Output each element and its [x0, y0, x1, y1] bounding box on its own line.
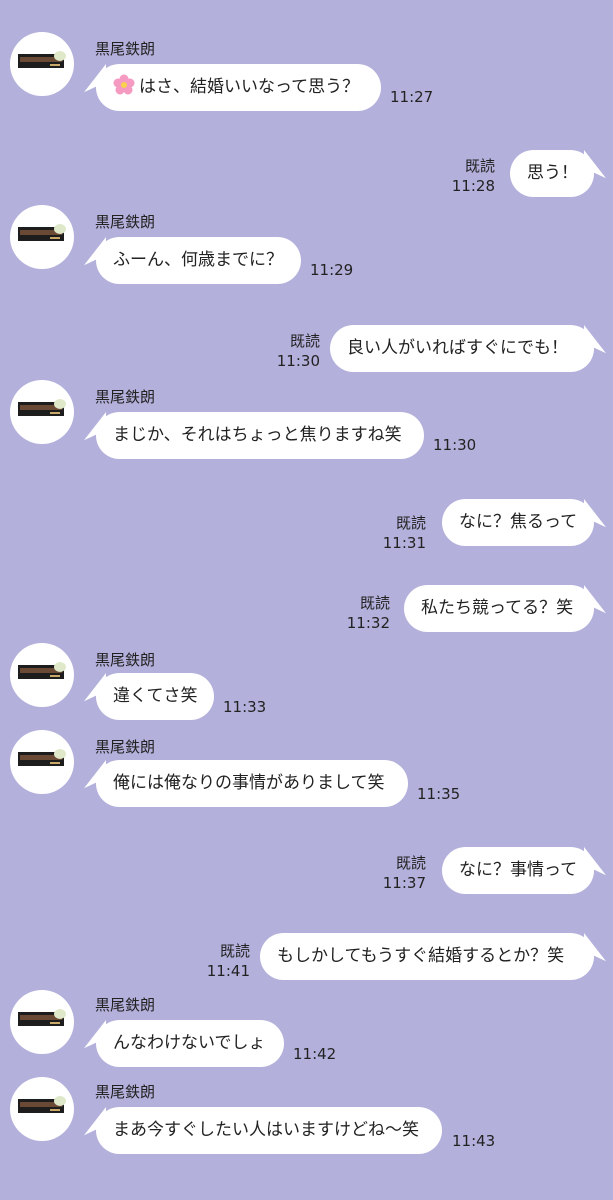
- message-text: ふーん、何歳までに？: [113, 250, 283, 270]
- message-text: んなわけないでしょ: [113, 1033, 266, 1053]
- grilled-fish-avatar-icon: [18, 399, 66, 416]
- sender-name: 黒尾鉄朗: [95, 1083, 156, 1101]
- message-bubble[interactable]: んなわけないでしょ: [96, 1020, 284, 1067]
- message-text: はさ、結婚いいなって思う？: [139, 77, 360, 97]
- read-receipt: 既読: [464, 157, 495, 175]
- message-text: まじか、それはちょっと焦りますね笑: [113, 425, 402, 445]
- sender-name: 黒尾鉄朗: [95, 388, 156, 406]
- sender-name: 黒尾鉄朗: [95, 213, 156, 231]
- grilled-fish-avatar-icon: [18, 662, 66, 679]
- message-bubble[interactable]: 私たち競ってる？笑: [404, 585, 594, 632]
- avatar[interactable]: [10, 990, 74, 1054]
- grilled-fish-avatar-icon: [18, 749, 66, 766]
- message-meta: 既読 11:30: [277, 331, 320, 371]
- avatar[interactable]: [10, 205, 74, 269]
- read-receipt: 既読: [289, 332, 320, 350]
- grilled-fish-avatar-icon: [18, 224, 66, 241]
- message-text: まあ今すぐしたい人はいますけどね〜笑: [113, 1120, 419, 1140]
- message-time: 11:41: [206, 962, 250, 980]
- message-text: なに？焦るって: [459, 512, 578, 532]
- message-bubble[interactable]: ふーん、何歳までに？: [96, 237, 301, 284]
- read-receipt: 既読: [395, 514, 426, 532]
- message-time: 11:35: [417, 785, 461, 803]
- grilled-fish-avatar-icon: [18, 1009, 66, 1026]
- message-text: もしかしてもうすぐ結婚するとか？笑: [277, 946, 565, 966]
- read-receipt: 既読: [395, 854, 426, 872]
- message-meta: 既読 11:37: [383, 853, 426, 893]
- message-meta: 既読 11:31: [383, 513, 426, 553]
- grilled-fish-avatar-icon: [18, 51, 66, 68]
- message-text: なに？事情って: [459, 860, 578, 880]
- avatar[interactable]: [10, 1077, 74, 1141]
- message-meta: 既読 11:32: [347, 593, 390, 633]
- message-time: 11:43: [452, 1132, 496, 1150]
- avatar[interactable]: [10, 32, 74, 96]
- message-text: 良い人がいればすぐにでも！: [347, 338, 568, 358]
- read-receipt: 既読: [219, 942, 250, 960]
- message-bubble[interactable]: 良い人がいればすぐにでも！: [330, 325, 594, 372]
- message-bubble[interactable]: まじか、それはちょっと焦りますね笑: [96, 412, 424, 459]
- read-receipt: 既読: [359, 594, 390, 612]
- message-bubble[interactable]: なに？焦るって: [442, 499, 594, 546]
- message-time: 11:29: [310, 261, 354, 279]
- message-time: 11:31: [382, 534, 426, 552]
- avatar[interactable]: [10, 730, 74, 794]
- sender-name: 黒尾鉄朗: [95, 996, 156, 1014]
- sender-name: 黒尾鉄朗: [95, 40, 156, 58]
- message-text: 思う！: [527, 163, 578, 183]
- message-bubble[interactable]: もしかしてもうすぐ結婚するとか？笑: [260, 933, 594, 980]
- message-text: 俺には俺なりの事情がありまして笑: [113, 773, 385, 793]
- message-time: 11:32: [346, 614, 390, 632]
- message-text: 私たち競ってる？笑: [421, 598, 574, 618]
- message-bubble[interactable]: 違くてさ笑: [96, 673, 214, 720]
- message-bubble[interactable]: まあ今すぐしたい人はいますけどね〜笑: [96, 1107, 442, 1154]
- message-time: 11:37: [382, 874, 426, 892]
- message-bubble[interactable]: 俺には俺なりの事情がありまして笑: [96, 760, 408, 807]
- message-bubble[interactable]: はさ、結婚いいなって思う？: [96, 64, 381, 111]
- sender-name: 黒尾鉄朗: [95, 651, 156, 669]
- cherry-blossom-icon: [113, 68, 135, 115]
- avatar[interactable]: [10, 643, 74, 707]
- message-time: 11:42: [293, 1045, 337, 1063]
- message-time: 11:33: [223, 698, 267, 716]
- message-bubble[interactable]: 思う！: [510, 150, 594, 197]
- message-meta: 既読 11:28: [452, 156, 495, 196]
- chat-thread: 黒尾鉄朗 はさ、結婚いいなって思う？ 11:27 既読 11:28 思う！ 黒尾…: [0, 0, 613, 1200]
- message-time: 11:30: [276, 352, 320, 370]
- grilled-fish-avatar-icon: [18, 1096, 66, 1113]
- message-bubble[interactable]: なに？事情って: [442, 847, 594, 894]
- message-time: 11:28: [451, 177, 495, 195]
- message-text: 違くてさ笑: [113, 686, 198, 706]
- avatar[interactable]: [10, 380, 74, 444]
- message-time: 11:27: [390, 88, 434, 106]
- message-time: 11:30: [433, 436, 477, 454]
- sender-name: 黒尾鉄朗: [95, 738, 156, 756]
- message-meta: 既読 11:41: [207, 941, 250, 981]
